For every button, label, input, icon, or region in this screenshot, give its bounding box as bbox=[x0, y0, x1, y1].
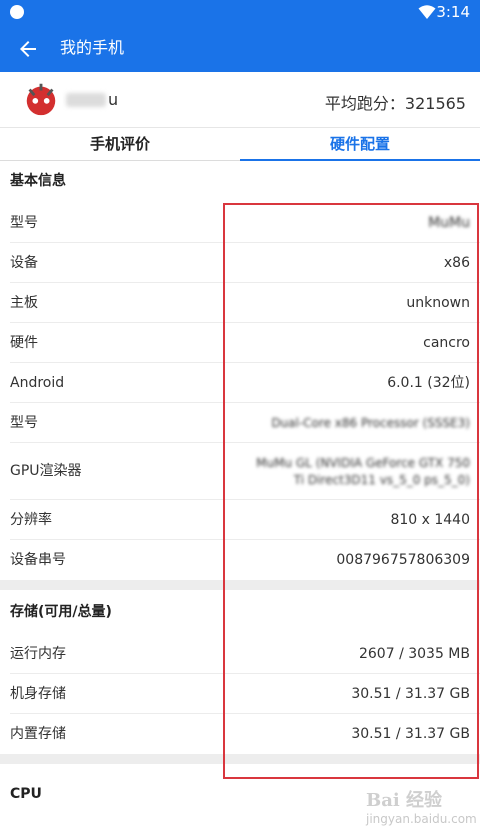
average-score: 平均跑分：321565 bbox=[324, 94, 466, 113]
row-value: cancro bbox=[423, 335, 470, 351]
section-divider bbox=[0, 754, 480, 764]
row-label: 设备 bbox=[10, 255, 38, 271]
row-value: unknown bbox=[406, 295, 470, 311]
info-row: GPU渲染器 MuMu GL (NVIDIA GeForce GTX 750 T… bbox=[10, 443, 480, 500]
user-name: u bbox=[66, 90, 118, 109]
row-label: 分辨率 bbox=[10, 512, 52, 528]
hardware-info: 基本信息 型号 MuMu 设备 x86 主板 unknown 硬件 cancro… bbox=[0, 161, 480, 804]
info-row: 主板 unknown bbox=[10, 283, 480, 323]
wifi-icon bbox=[418, 5, 436, 19]
info-row: 设备串号 008796757806309 bbox=[10, 540, 480, 580]
row-label: 型号 bbox=[10, 215, 38, 231]
section-divider bbox=[0, 580, 480, 590]
app-bar: 我的手机 bbox=[0, 25, 480, 72]
tab-hardware-config[interactable]: 硬件配置 bbox=[240, 128, 480, 161]
page-title: 我的手机 bbox=[60, 38, 125, 57]
baidu-watermark: Bai 经验 jingyan.baidu.com bbox=[366, 786, 477, 832]
row-label: 硬件 bbox=[10, 335, 38, 351]
row-label: 机身存储 bbox=[10, 686, 66, 702]
row-value: 2607 / 3035 MB bbox=[358, 646, 470, 662]
info-row: 分辨率 810 x 1440 bbox=[10, 500, 480, 540]
info-row: 型号 Dual-Core x86 Processor (SSSE3) bbox=[10, 403, 480, 443]
row-label: 型号 bbox=[10, 415, 38, 431]
info-row: 设备 x86 bbox=[10, 243, 480, 283]
info-row: 硬件 cancro bbox=[10, 323, 480, 363]
row-value: 30.51 / 31.37 GB bbox=[351, 686, 470, 702]
row-label: GPU渲染器 bbox=[10, 463, 82, 479]
row-value: Dual-Core x86 Processor (SSSE3) bbox=[271, 416, 470, 430]
antutu-logo-icon bbox=[26, 83, 56, 116]
info-row: Android 6.0.1 (32位) bbox=[10, 363, 480, 403]
info-row: 型号 MuMu bbox=[10, 203, 480, 243]
section-title-basic: 基本信息 bbox=[10, 173, 66, 189]
row-label: Android bbox=[10, 375, 65, 391]
watermark-logo: Bai 经验 bbox=[366, 790, 442, 811]
notification-icon bbox=[10, 5, 24, 19]
row-label: 设备串号 bbox=[10, 552, 66, 568]
section-title-storage: 存储(可用/总量) bbox=[10, 604, 112, 620]
tab-bar: 手机评价 硬件配置 bbox=[0, 128, 480, 161]
row-value: MuMu GL (NVIDIA GeForce GTX 750 Ti Direc… bbox=[256, 456, 470, 487]
row-value: MuMu bbox=[428, 215, 470, 231]
row-value: x86 bbox=[443, 255, 470, 271]
status-bar: 3:14 bbox=[0, 0, 480, 25]
row-value: 810 x 1440 bbox=[390, 512, 470, 528]
user-summary: u 平均跑分：321565 bbox=[0, 72, 480, 128]
info-row: 内置存储 30.51 / 31.37 GB bbox=[10, 714, 480, 754]
row-value: 008796757806309 bbox=[336, 552, 470, 568]
row-value: 30.51 / 31.37 GB bbox=[351, 726, 470, 742]
row-value: 6.0.1 (32位) bbox=[387, 375, 470, 391]
blurred-name bbox=[66, 93, 106, 107]
row-label: 运行内存 bbox=[10, 646, 66, 662]
user-name-suffix: u bbox=[108, 90, 119, 109]
info-row: 机身存储 30.51 / 31.37 GB bbox=[10, 674, 480, 714]
status-time: 3:14 bbox=[436, 3, 470, 21]
row-label: 主板 bbox=[10, 295, 38, 311]
back-arrow-icon[interactable] bbox=[16, 37, 40, 61]
row-label: 内置存储 bbox=[10, 726, 66, 742]
watermark-url: jingyan.baidu.com bbox=[366, 812, 477, 826]
tab-phone-review[interactable]: 手机评价 bbox=[0, 128, 240, 161]
info-row: 运行内存 2607 / 3035 MB bbox=[10, 634, 480, 674]
